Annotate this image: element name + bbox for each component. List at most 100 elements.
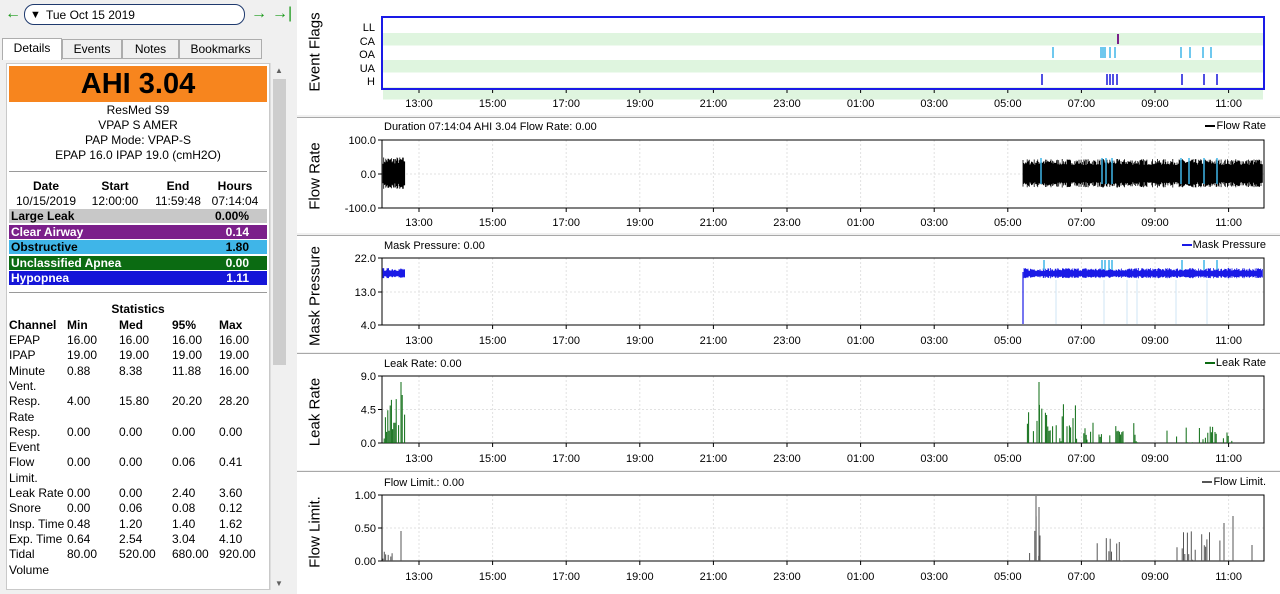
y-axis-tick-label: 0.00 [355,556,376,568]
tab-details[interactable]: Details [2,38,62,60]
statistics-p95-value: 11.88 [172,363,202,378]
statistics-min-value: 0.00 [67,501,91,516]
statistics-channel-name: Vent. [9,378,37,393]
x-axis-tick-label: 03:00 [920,571,948,583]
event-index-row[interactable]: Unclassified Apnea 0.00 [9,255,267,270]
mask-pressure-plot[interactable]: 13:00 15:00 17:00 19:00 21:00 23:00 01:00 03:00… [297,236,1280,353]
flow-limit-plot[interactable]: 13:00 15:00 17:00 19:00 21:00 23:00 01:00 03:00… [297,472,1280,594]
scroll-up-icon[interactable]: ▲ [275,66,283,75]
statistics-max-value: 28.20 [219,394,250,409]
x-axis-tick-label: 15:00 [479,98,507,110]
x-axis-tick-label: 17:00 [552,98,580,110]
pap-mode: PAP Mode: VPAP-S [84,133,192,147]
x-axis-tick-label: 05:00 [994,571,1022,583]
statistics-max-value: 16.00 [219,363,250,378]
event-index-row[interactable]: Large Leak 0.00% [9,209,267,223]
machine-model: VPAP S AMER [98,118,178,132]
left-panel: ← ▼ Tue Oct 15 2019 → →| Details Events … [0,0,292,594]
x-axis-tick-label: 21:00 [700,571,728,583]
flow-rate-panel[interactable]: Flow Rate Duration 07:14:04 AHI 3.04 Flo… [297,117,1280,233]
statistics-min-value: 16.00 [67,333,98,347]
x-axis-tick-label: 21:00 [700,453,728,465]
last-day-arrow-icon[interactable]: →| [272,6,292,22]
flow-rate-plot[interactable]: 13:00 15:00 17:00 19:00 21:00 23:00 01:00 03:00… [297,118,1280,234]
x-axis-tick-label: 19:00 [626,98,654,110]
statistics-med-value: 16.00 [119,333,150,347]
x-axis-tick-label: 23:00 [773,335,801,347]
x-axis-tick-label: 09:00 [1141,571,1169,583]
x-axis-tick-label: 07:00 [1068,217,1096,229]
event-index-value: 1.80 [225,240,249,254]
leak-rate-trace [382,382,1233,443]
next-day-arrow-icon[interactable]: → [251,6,267,22]
plot-border [381,16,1265,90]
scrollbar-thumb[interactable] [273,79,286,365]
x-axis-tick-label: 13:00 [405,217,433,229]
statistics-p95-value: 680.00 [172,547,209,562]
statistics-channel-name: Insp. Time [9,516,65,531]
flag-row-band [383,60,1263,73]
session-header-start: Start [101,179,129,193]
event-index-row[interactable]: Hypopnea 1.11 [9,271,267,285]
x-axis-tick-label: 11:00 [1215,98,1242,110]
statistics-p95-value: 19.00 [172,348,203,363]
statistics-channel-name: Resp. [9,394,41,409]
scroll-down-icon[interactable]: ▼ [275,579,283,588]
x-axis-tick-label: 03:00 [920,453,948,465]
statistics-max-value: 4.10 [219,531,243,546]
statistics-min-value: 0.48 [67,516,91,531]
statistics-min-value: 0.00 [67,424,91,439]
statistics-channel-name: Tidal [9,547,35,562]
statistics-med-value: 0.00 [119,486,143,500]
event-flags-plot[interactable]: 13:00 15:00 17:00 19:00 21:00 23:00 01:00 03:00… [297,0,1280,115]
leak-rate-panel[interactable]: Leak Rate Leak Rate: 0.00 Leak Rate 13:0… [297,353,1280,470]
statistics-med-value: 8.38 [119,363,143,378]
statistics-max-value: 3.60 [219,486,243,500]
event-index-row[interactable]: Obstructive 1.80 [9,240,267,254]
divider [9,292,267,293]
mask-pressure-panel[interactable]: Mask Pressure Mask Pressure: 0.00 Mask P… [297,235,1280,352]
x-axis-tick-label: 13:00 [405,335,433,347]
details-scrollbar[interactable]: ▲ ▼ [270,63,287,590]
x-axis-tick-label: 19:00 [626,453,654,465]
previous-day-arrow-icon[interactable]: ← [5,6,21,22]
statistics-channel-name: Leak Rate [9,486,64,500]
tab-events[interactable]: Events [62,39,122,59]
statistics-min-value: 19.00 [67,348,98,363]
statistics-med-value: 0.00 [119,455,143,470]
statistics-channel-name: Event [9,440,40,455]
x-axis-tick-label: 11:00 [1215,217,1242,229]
x-axis-tick-label: 17:00 [552,335,580,347]
statistics-p95-value: 16.00 [172,333,203,347]
event-flags-panel[interactable]: Event Flags LL CA OA UA H 13:00 15:00 17:00 19:… [297,0,1280,115]
flow-limit-panel[interactable]: Flow Limit. Flow Limit.: 0.00 Flow Limit… [297,471,1280,594]
x-axis-tick-label: 19:00 [626,335,654,347]
y-axis-tick-label: 22.0 [355,253,376,265]
statistics-min-value: 80.00 [67,547,98,562]
divider [9,171,267,172]
dropdown-triangle-icon[interactable]: ▼ [30,9,41,21]
event-index-label: Hypopnea [11,271,70,285]
tab-bookmarks[interactable]: Bookmarks [179,39,262,59]
statistics-med-value: 19.00 [119,348,150,363]
session-start: 12:00:00 [91,194,139,208]
x-axis-tick-label: 13:00 [405,571,433,583]
x-axis-tick-label: 05:00 [994,335,1022,347]
session-hours: 07:14:04 [211,194,259,208]
x-axis-tick-label: 15:00 [479,335,507,347]
x-axis-tick-label: 09:00 [1141,453,1169,465]
event-index-row[interactable]: Clear Airway 0.14 [9,224,267,239]
leak-rate-plot[interactable]: 13:00 15:00 17:00 19:00 21:00 23:00 01:00 03:00… [297,354,1280,471]
x-axis-tick-label: 09:00 [1141,98,1169,110]
x-axis-tick-label: 11:00 [1215,571,1242,583]
event-index-value: 0.00 [225,255,249,270]
statistics-column-header: Channel [9,318,57,332]
flow-limit-trace [382,496,1253,561]
tab-notes[interactable]: Notes [122,39,179,59]
session-end: 11:59:48 [155,194,201,208]
statistics-channel-name: Volume [9,562,50,577]
mask-pressure-trace [382,268,1263,279]
date-selector[interactable]: ▼ Tue Oct 15 2019 [24,4,245,25]
statistics-min-value: 0.00 [67,455,91,470]
statistics-max-value: 19.00 [219,348,250,363]
